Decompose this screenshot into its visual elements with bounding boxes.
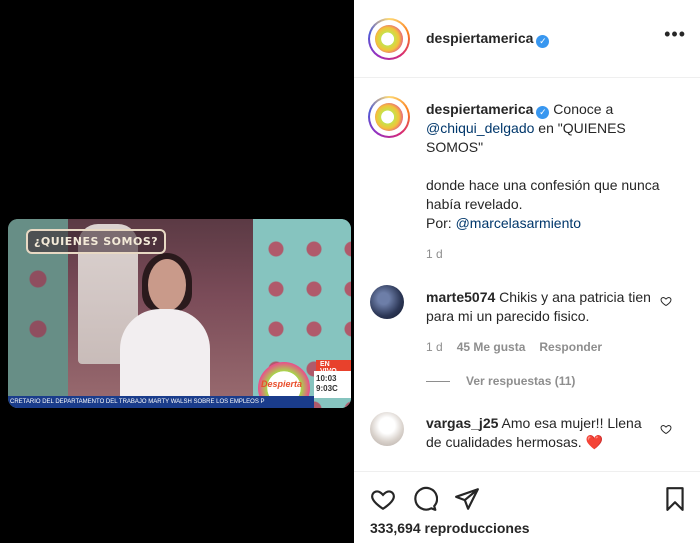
caption-line-3: donde hace una confesión que nunca había… bbox=[426, 177, 660, 212]
view-count: 333,694 reproducciones bbox=[370, 520, 530, 536]
news-ticker: CRETARIO DEL DEPARTAMENTO DEL TRABAJO MA… bbox=[8, 396, 314, 408]
post-header: despiertamerica ✓ ••• bbox=[354, 0, 700, 78]
show-logo: ¿QUIENES SOMOS? bbox=[26, 229, 167, 254]
caption-verified-icon: ✓ bbox=[536, 106, 550, 119]
brand-text: Despierta bbox=[261, 379, 303, 389]
comment-username[interactable]: marte5074 bbox=[426, 289, 495, 305]
caption-time: 1 d bbox=[426, 247, 443, 261]
comment-username[interactable]: vargas_j25 bbox=[426, 415, 498, 431]
caption-username[interactable]: despiertamerica bbox=[426, 101, 533, 117]
video-panel[interactable]: ¿QUIENES SOMOS? Despierta EN VIVO 10:03 … bbox=[0, 0, 354, 543]
verified-badge-icon: ✓ bbox=[536, 35, 550, 48]
header-account: despiertamerica ✓ bbox=[426, 30, 550, 48]
like-comment-heart-icon[interactable] bbox=[660, 423, 672, 435]
clock-time: 10:03 bbox=[316, 374, 337, 383]
comment-avatar[interactable] bbox=[370, 285, 404, 319]
comment-meta: 1 d 45 Me gusta Responder bbox=[426, 340, 602, 354]
caption-line-1: Conoce a bbox=[553, 101, 614, 117]
replies-divider bbox=[426, 380, 450, 382]
save-bookmark-icon[interactable] bbox=[662, 486, 688, 512]
view-replies-button[interactable]: Ver respuestas (11) bbox=[426, 374, 575, 388]
caption-credit: Por: @marcelasarmiento bbox=[426, 214, 686, 233]
comment-avatar[interactable] bbox=[370, 412, 404, 446]
account-avatar[interactable] bbox=[368, 18, 410, 60]
share-paper-plane-icon[interactable] bbox=[454, 486, 480, 512]
more-options-icon[interactable]: ••• bbox=[664, 25, 686, 43]
comment-item: marte5074 Chikis y ana patricia tien par… bbox=[426, 288, 656, 326]
video-player[interactable]: ¿QUIENES SOMOS? Despierta EN VIVO 10:03 … bbox=[8, 219, 351, 408]
caption-credit-label: Por: bbox=[426, 215, 452, 231]
account-username[interactable]: despiertamerica bbox=[426, 30, 533, 46]
red-heart-emoji: ❤️ bbox=[585, 434, 603, 450]
caption-text: despiertamerica ✓ Conoce a @chiqui_delgad… bbox=[426, 100, 686, 264]
mention-marcela[interactable]: @marcelasarmiento bbox=[456, 215, 581, 231]
comment-likes[interactable]: 45 Me gusta bbox=[457, 340, 526, 354]
post-actions-bar: 333,694 reproducciones bbox=[354, 471, 700, 543]
video-girl-dress bbox=[120, 309, 210, 408]
post-side-panel: despiertamerica ✓ ••• despiertamerica ✓ Co… bbox=[354, 0, 700, 543]
comment-time: 1 d bbox=[426, 340, 443, 354]
comment-bubble-icon[interactable] bbox=[412, 486, 438, 512]
comment-item: vargas_j25 Amo esa mujer!! Llena de cual… bbox=[426, 414, 656, 452]
like-comment-heart-icon[interactable] bbox=[660, 295, 672, 307]
reply-button[interactable]: Responder bbox=[539, 340, 602, 354]
mention-chiqui[interactable]: @chiqui_delgado bbox=[426, 120, 534, 136]
video-girl-face bbox=[148, 259, 186, 311]
clock-display: 10:03 9:03C bbox=[314, 371, 351, 398]
caption-avatar[interactable] bbox=[368, 96, 410, 138]
clock-time-secondary: 9:03C bbox=[316, 384, 338, 393]
view-replies-label: Ver respuestas (11) bbox=[466, 374, 576, 388]
like-heart-icon[interactable] bbox=[370, 486, 396, 512]
